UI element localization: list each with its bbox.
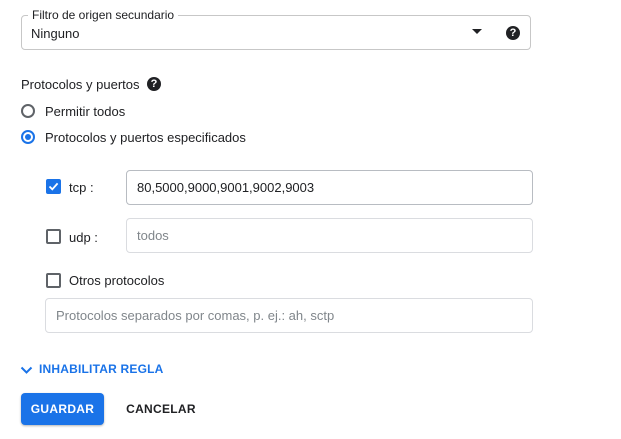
other-protocols-input[interactable]: Protocolos separados por comas, p. ej.: … (45, 298, 533, 333)
udp-checkbox[interactable] (46, 229, 61, 244)
secondary-source-filter-label: Filtro de origen secundario (28, 8, 179, 22)
protocols-section-title: Protocolos y puertos (21, 77, 140, 92)
udp-ports-input[interactable]: todos (126, 218, 533, 253)
help-circle-icon[interactable]: ? (147, 77, 161, 91)
radio-allow-all[interactable] (21, 104, 35, 118)
dropdown-caret-icon[interactable] (472, 29, 482, 34)
help-circle-icon[interactable]: ? (506, 26, 520, 40)
tcp-ports-input[interactable]: 80,5000,9000,9001,9002,9003 (126, 170, 533, 205)
tcp-checkbox[interactable] (46, 179, 61, 194)
tcp-label: tcp : (69, 180, 94, 195)
udp-ports-placeholder: todos (137, 228, 169, 243)
other-protocols-label[interactable]: Otros protocolos (69, 273, 164, 288)
checkmark-icon (48, 182, 59, 191)
other-protocols-placeholder: Protocolos separados por comas, p. ej.: … (56, 308, 335, 323)
disable-rule-toggle[interactable]: INHABILITAR REGLA (20, 362, 164, 376)
other-protocols-checkbox[interactable] (46, 273, 61, 288)
secondary-source-filter-value[interactable]: Ninguno (31, 26, 79, 41)
chevron-down-icon (20, 366, 33, 374)
radio-allow-all-label[interactable]: Permitir todos (45, 104, 125, 119)
radio-specified-protocols-label[interactable]: Protocolos y puertos especificados (45, 130, 246, 145)
udp-label: udp : (69, 230, 98, 245)
save-button[interactable]: GUARDAR (21, 393, 104, 425)
disable-rule-label: INHABILITAR REGLA (39, 362, 164, 376)
radio-specified-protocols[interactable] (21, 130, 35, 144)
cancel-button[interactable]: CANCELAR (117, 393, 205, 425)
